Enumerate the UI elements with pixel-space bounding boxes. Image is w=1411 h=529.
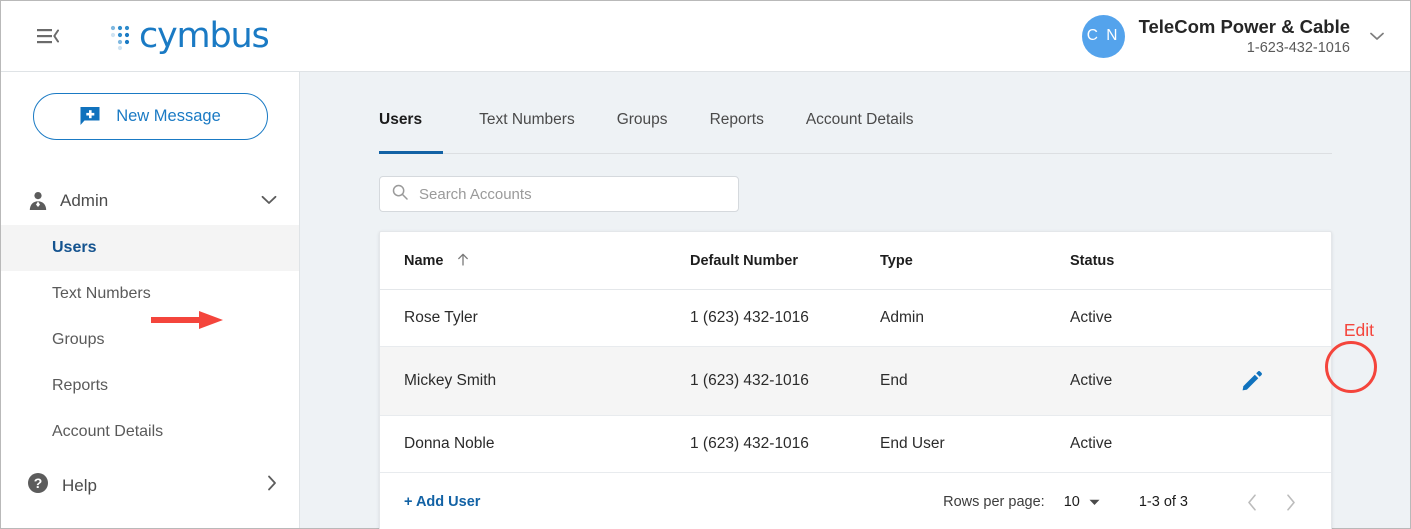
cell-type: Admin (880, 289, 1070, 347)
sidebar: New Message Admin Users Text Numbers Gro… (1, 72, 300, 528)
rows-per-page-select[interactable]: 10 (1064, 494, 1100, 510)
edit-pencil-button[interactable] (1237, 366, 1267, 396)
admin-person-icon (27, 191, 53, 211)
cell-name: Mickey Smith (380, 346, 690, 416)
tab-groups[interactable]: Groups (596, 111, 689, 153)
column-header-type[interactable]: Type (880, 232, 1070, 290)
tab-text-numbers[interactable]: Text Numbers (458, 111, 596, 153)
cell-default-number: 1 (623) 432-1016 (690, 415, 880, 473)
chevron-left-icon[interactable] (1233, 489, 1271, 515)
cell-actions (1221, 289, 1331, 347)
cell-type: End (880, 346, 1070, 416)
search-glyph (392, 184, 408, 200)
users-table-body: Rose Tyler 1 (623) 432-1016 Admin Active… (380, 289, 1331, 473)
cell-actions (1221, 346, 1331, 416)
chevron-right-icon[interactable] (267, 475, 277, 496)
cymbus-logo-text: cymbus (139, 15, 270, 56)
sidebar-group-admin[interactable]: Admin (1, 176, 299, 225)
annotation-highlight-circle (1325, 341, 1377, 393)
search-accounts-box[interactable] (379, 176, 739, 212)
tab-account-details[interactable]: Account Details (785, 111, 935, 153)
cell-name: Donna Noble (380, 415, 690, 473)
account-name: TeleCom Power & Cable (1138, 15, 1350, 37)
column-header-name-label: Name (404, 253, 444, 269)
chevron-down-icon[interactable] (261, 192, 277, 210)
sidebar-item-users[interactable]: Users (1, 225, 299, 271)
svg-text:?: ? (34, 475, 43, 491)
cell-status: Active (1070, 415, 1221, 473)
pagination-range: 1-3 of 3 (1138, 494, 1188, 510)
account-phone: 1-623-432-1016 (1246, 39, 1350, 56)
tab-reports[interactable]: Reports (689, 111, 785, 153)
app-header: cymbus C N TeleCom Power & Cable 1-623-4… (1, 1, 1410, 72)
table-row[interactable]: Donna Noble 1 (623) 432-1016 End User Ac… (380, 415, 1331, 473)
sidebar-item-reports[interactable]: Reports (1, 363, 299, 409)
hamburger-collapse-glyph (37, 29, 59, 44)
sidebar-item-groups[interactable]: Groups (1, 317, 299, 363)
annotation-edit-label: Edit (1343, 320, 1374, 340)
table-row[interactable]: Rose Tyler 1 (623) 432-1016 Admin Active (380, 289, 1331, 347)
chevron-down-glyph (261, 195, 277, 204)
chevron-down-icon (1089, 499, 1100, 505)
pagination-controls (1233, 489, 1309, 515)
main-content: Users Text Numbers Groups Reports Accoun… (300, 72, 1410, 529)
sidebar-item-text-numbers[interactable]: Text Numbers (1, 271, 299, 317)
sidebar-help-label: Help (62, 475, 97, 495)
chevron-right-glyph (268, 475, 276, 491)
column-header-status[interactable]: Status (1070, 232, 1221, 290)
chevron-down-icon[interactable] (1370, 32, 1384, 41)
search-icon (392, 184, 408, 205)
help-circle-icon: ? (27, 472, 49, 499)
cell-default-number: 1 (623) 432-1016 (690, 289, 880, 347)
chevron-down-glyph (1370, 32, 1384, 40)
sidebar-item-help[interactable]: ? Help (1, 461, 299, 510)
cell-actions (1221, 415, 1331, 473)
sidebar-nav: Admin Users Text Numbers Groups Reports … (1, 176, 299, 510)
sidebar-item-account-details[interactable]: Account Details (1, 409, 299, 455)
avatar: C N (1081, 14, 1125, 58)
account-text: TeleCom Power & Cable 1-623-432-1016 (1139, 15, 1350, 58)
table-footer: + Add User Rows per page: 10 1-3 of 3 (380, 473, 1331, 529)
account-menu[interactable]: C N TeleCom Power & Cable 1-623-432-1016 (1081, 14, 1392, 58)
column-header-name[interactable]: Name (380, 232, 690, 290)
sort-ascending-icon (457, 253, 468, 266)
cymbus-dots-icon (110, 25, 130, 51)
message-plus-icon (79, 106, 101, 127)
tab-bar: Users Text Numbers Groups Reports Accoun… (379, 111, 1332, 154)
search-input[interactable] (419, 185, 726, 203)
application-window: cymbus C N TeleCom Power & Cable 1-623-4… (0, 0, 1411, 529)
chevron-left-glyph (1247, 493, 1256, 511)
pencil-icon (1242, 371, 1262, 391)
cell-name: Rose Tyler (380, 289, 690, 347)
admin-person-glyph (29, 191, 47, 210)
users-table-head: Name Default Number Type Status (380, 232, 1331, 290)
cell-type: End User (880, 415, 1070, 473)
new-message-button[interactable]: New Message (32, 93, 268, 140)
cell-status: Active (1070, 346, 1221, 416)
column-header-default-number[interactable]: Default Number (690, 232, 880, 290)
sidebar-group-label: Admin (60, 190, 109, 210)
cymbus-logo[interactable]: cymbus (109, 15, 270, 56)
app-body: New Message Admin Users Text Numbers Gro… (1, 72, 1410, 529)
table-row[interactable]: Mickey Smith 1 (623) 432-1016 End Active (380, 346, 1331, 416)
rows-per-page-label: Rows per page: (943, 494, 1045, 510)
users-table-card: Name Default Number Type Status Rose Tyl… (379, 231, 1332, 529)
users-table: Name Default Number Type Status Rose Tyl… (380, 232, 1331, 473)
hamburger-collapse-icon[interactable] (31, 19, 65, 53)
cell-default-number: 1 (623) 432-1016 (690, 346, 880, 416)
tab-users[interactable]: Users (379, 111, 444, 154)
message-plus-glyph (80, 107, 100, 125)
rows-per-page-value: 10 (1063, 494, 1080, 510)
help-circle-glyph: ? (28, 473, 48, 493)
add-user-button[interactable]: + Add User (404, 494, 480, 510)
cell-status: Active (1070, 289, 1221, 347)
chevron-right-icon[interactable] (1271, 489, 1309, 515)
column-header-actions (1221, 232, 1331, 290)
new-message-label: New Message (116, 107, 221, 125)
table-header-row: Name Default Number Type Status (380, 232, 1331, 290)
chevron-right-glyph (1286, 493, 1295, 511)
